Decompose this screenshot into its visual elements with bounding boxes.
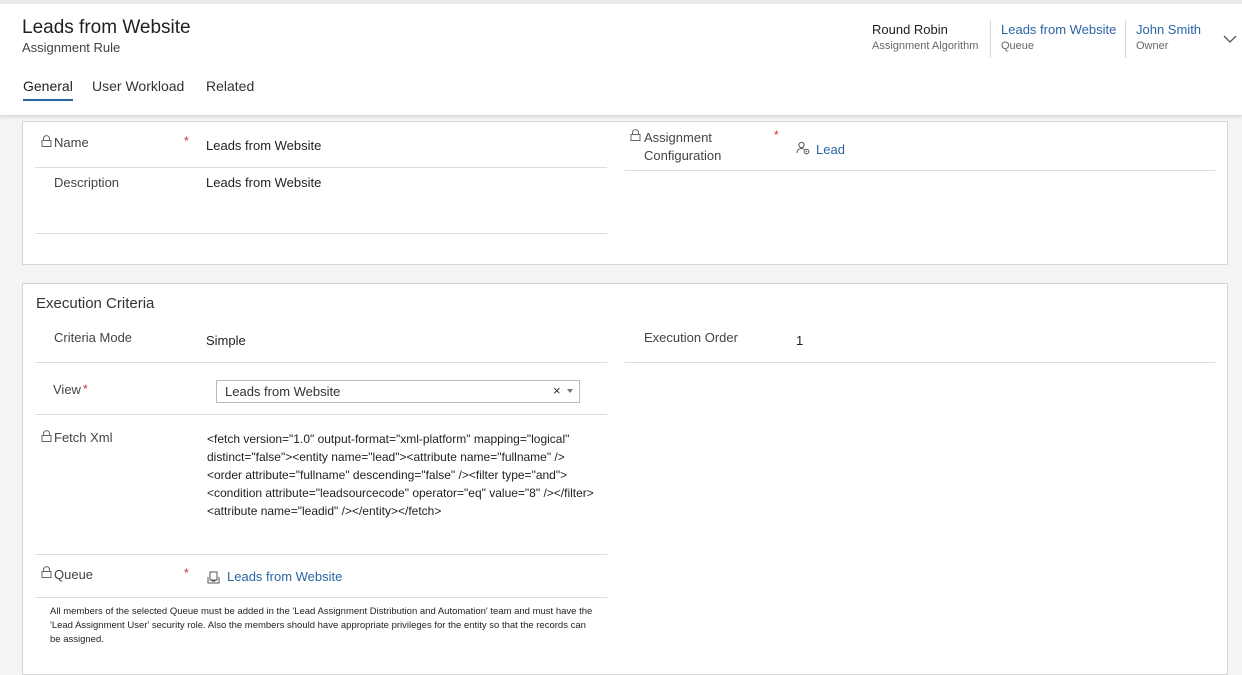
entity-icon <box>796 141 810 155</box>
queue-link[interactable]: Leads from Website <box>1001 22 1116 37</box>
fetch-xml-label: Fetch Xml <box>54 430 113 445</box>
queue-label: Queue <box>1001 40 1035 52</box>
header-divider <box>1125 20 1126 58</box>
execution-criteria-section: Execution Criteria Criteria Mode Simple … <box>22 283 1228 675</box>
lock-icon <box>41 135 52 147</box>
name-label: Name <box>54 135 89 150</box>
general-section: Name * Leads from Website Description Le… <box>22 121 1228 265</box>
assignment-algorithm-label: Assignment Algorithm <box>872 40 979 52</box>
header-field-assignment-algorithm: Round Robin Assignment Algorithm <box>872 22 978 52</box>
header-divider <box>990 20 991 58</box>
field-divider <box>35 167 607 168</box>
queue-field-link[interactable]: Leads from Website <box>227 569 342 584</box>
description-label: Description <box>54 175 120 190</box>
lock-icon <box>41 430 52 442</box>
assignment-configuration-label-line1: Assignment <box>644 130 712 145</box>
tab-related[interactable]: Related <box>206 78 254 94</box>
execution-order-field[interactable]: 1 <box>796 333 803 348</box>
required-marker: * <box>184 566 189 580</box>
queue-help-note: All members of the selected Queue must b… <box>50 606 593 645</box>
record-header: Leads from Website Assignment Rule Round… <box>0 4 1242 116</box>
tab-general[interactable]: General <box>23 78 73 101</box>
criteria-mode-label: Criteria Mode <box>54 330 133 345</box>
lock-icon <box>630 129 641 141</box>
view-label: View <box>53 382 81 397</box>
lock-icon <box>41 566 52 578</box>
dropdown-caret-icon[interactable] <box>567 389 573 393</box>
queue-icon <box>207 571 220 584</box>
header-field-owner: John Smith Owner <box>1136 22 1201 52</box>
section-title: Execution Criteria <box>36 295 155 312</box>
clear-icon[interactable]: × <box>553 383 561 398</box>
field-divider <box>35 597 607 598</box>
assignment-algorithm-value: Round Robin <box>872 22 948 37</box>
tab-user-workload[interactable]: User Workload <box>92 78 184 94</box>
view-lookup[interactable]: Leads from Website × <box>216 380 580 403</box>
view-value: Leads from Website <box>225 384 341 399</box>
assignment-configuration-label-line2: Configuration <box>644 148 722 163</box>
required-marker: * <box>184 134 189 148</box>
assignment-configuration-link[interactable]: Lead <box>816 142 845 157</box>
description-field[interactable]: Leads from Website <box>206 175 321 190</box>
page-title: Leads from Website <box>22 17 191 38</box>
field-divider <box>35 362 607 363</box>
page-subtitle: Assignment Rule <box>22 40 121 55</box>
field-divider <box>625 170 1215 171</box>
fetch-xml-field[interactable]: <fetch version="1.0" output-format="xml-… <box>207 430 597 520</box>
chevron-down-icon[interactable] <box>1220 29 1240 49</box>
required-marker: * <box>774 128 779 142</box>
name-field[interactable]: Leads from Website <box>206 138 321 153</box>
field-divider <box>35 414 607 415</box>
field-divider <box>625 362 1215 363</box>
header-field-queue: Leads from Website Queue <box>1001 22 1116 52</box>
criteria-mode-field[interactable]: Simple <box>206 333 246 348</box>
required-marker: * <box>83 382 88 396</box>
owner-label: Owner <box>1136 40 1169 52</box>
owner-link[interactable]: John Smith <box>1136 22 1201 37</box>
execution-order-label: Execution Order <box>644 330 738 345</box>
field-divider <box>35 233 607 234</box>
queue-label: Queue <box>54 567 94 582</box>
field-divider <box>35 554 607 555</box>
